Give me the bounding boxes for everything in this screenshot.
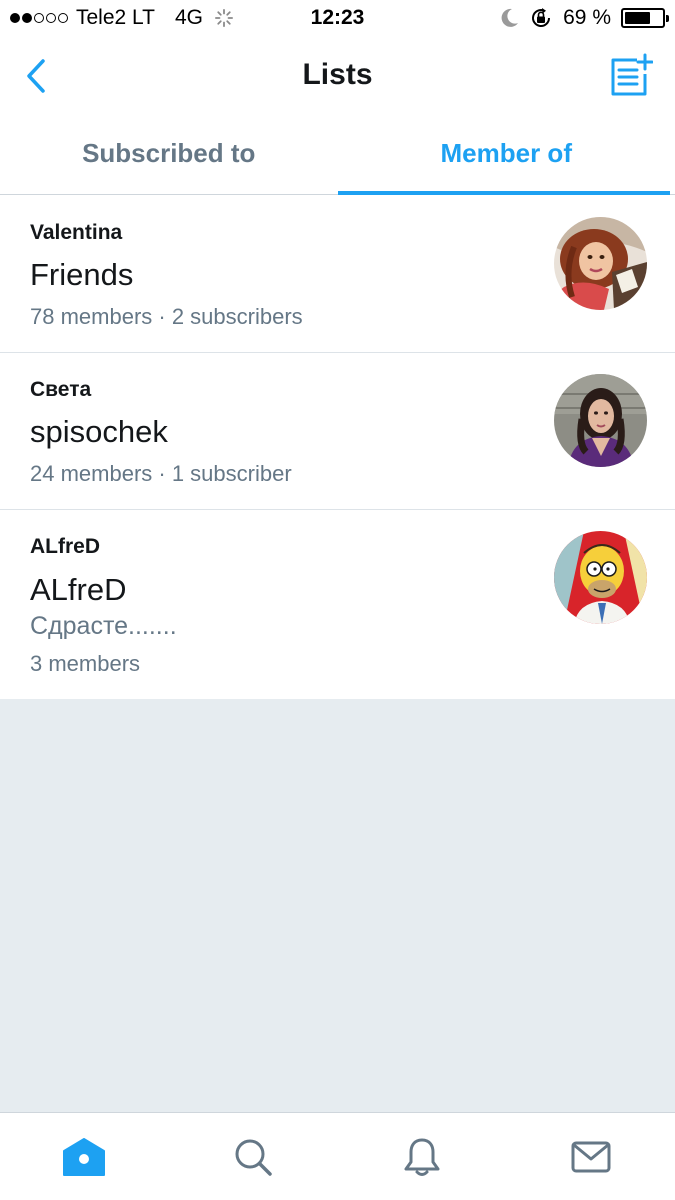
- battery-fill: [625, 12, 650, 24]
- list-member-count: 24 members · 1 subscriber: [30, 461, 292, 486]
- list-item[interactable]: ALfreD ALfreD Сдрасте....... 3 members: [0, 510, 675, 699]
- owner-avatar[interactable]: [554, 374, 647, 467]
- tab-member-of[interactable]: Member of: [337, 114, 675, 195]
- empty-background: [0, 699, 675, 1112]
- list-item[interactable]: Valentina Friends 78 members · 2 subscri…: [0, 195, 675, 353]
- battery-icon: [621, 8, 669, 28]
- page-title: Lists: [302, 58, 373, 91]
- list-member-count: 3 members: [30, 651, 141, 676]
- tab-subscribed-to[interactable]: Subscribed to: [0, 114, 338, 194]
- list-owner: ALfreD: [30, 535, 101, 558]
- new-list-icon: [611, 53, 654, 96]
- bell-icon: [404, 1138, 440, 1176]
- member-of-lists: Valentina Friends 78 members · 2 subscri…: [0, 195, 675, 699]
- list-item[interactable]: Света spisochek 24 members · 1 subscribe…: [0, 353, 675, 510]
- list-description: Сдрасте.......: [30, 612, 177, 640]
- list-name: ALfreD: [30, 572, 127, 607]
- search-icon: [235, 1139, 272, 1176]
- list-name: spisochek: [30, 414, 168, 449]
- tab-notifications[interactable]: [338, 1113, 507, 1200]
- tab-search[interactable]: [169, 1113, 338, 1200]
- list-name: Friends: [30, 257, 134, 292]
- status-bar: Tele2 LT 4G 12:23 69 %: [0, 0, 675, 38]
- bottom-tab-bar: [0, 1112, 675, 1200]
- status-bar-right: 69 %: [491, 6, 669, 30]
- lists-tabs: Subscribed to Member of: [0, 114, 675, 195]
- owner-avatar[interactable]: [554, 531, 647, 624]
- list-owner: Valentina: [30, 221, 123, 244]
- create-list-button[interactable]: [607, 52, 654, 98]
- tab-messages[interactable]: [506, 1113, 675, 1200]
- list-owner: Света: [30, 378, 92, 401]
- do-not-disturb-moon-icon: [501, 8, 519, 27]
- battery-percent: 69 %: [563, 6, 611, 29]
- home-icon: [63, 1137, 106, 1176]
- orientation-lock-icon: [532, 8, 551, 27]
- list-member-count: 78 members · 2 subscribers: [30, 304, 303, 329]
- navigation-bar: Lists: [0, 38, 675, 114]
- tab-home[interactable]: [0, 1113, 169, 1200]
- mail-icon: [571, 1141, 611, 1172]
- owner-avatar[interactable]: [554, 217, 647, 310]
